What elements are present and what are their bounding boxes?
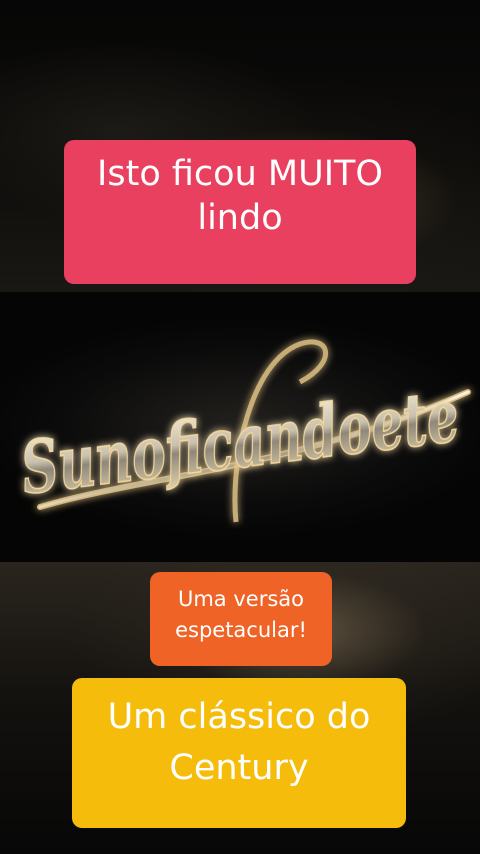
caption-bottom-line-2: Century [169,748,309,789]
logo-text: Sunoficandoete [16,373,463,511]
caption-bottom-line-1: Um clássico do [107,697,371,737]
caption-middle-line-2: espetacular! [175,618,307,643]
caption-top-line-2: lindo [197,198,283,239]
caption-middle-line-1: Uma versão [177,587,304,611]
logo-image: Sunoficandoete [0,292,480,562]
caption-bottom: Um clássico do Century [72,678,406,828]
caption-top: Isto ficou MUITO lindo [64,140,416,284]
caption-middle: Uma versão espetacular! [150,572,332,666]
caption-top-line-1: Isto ficou MUITO [97,154,383,194]
